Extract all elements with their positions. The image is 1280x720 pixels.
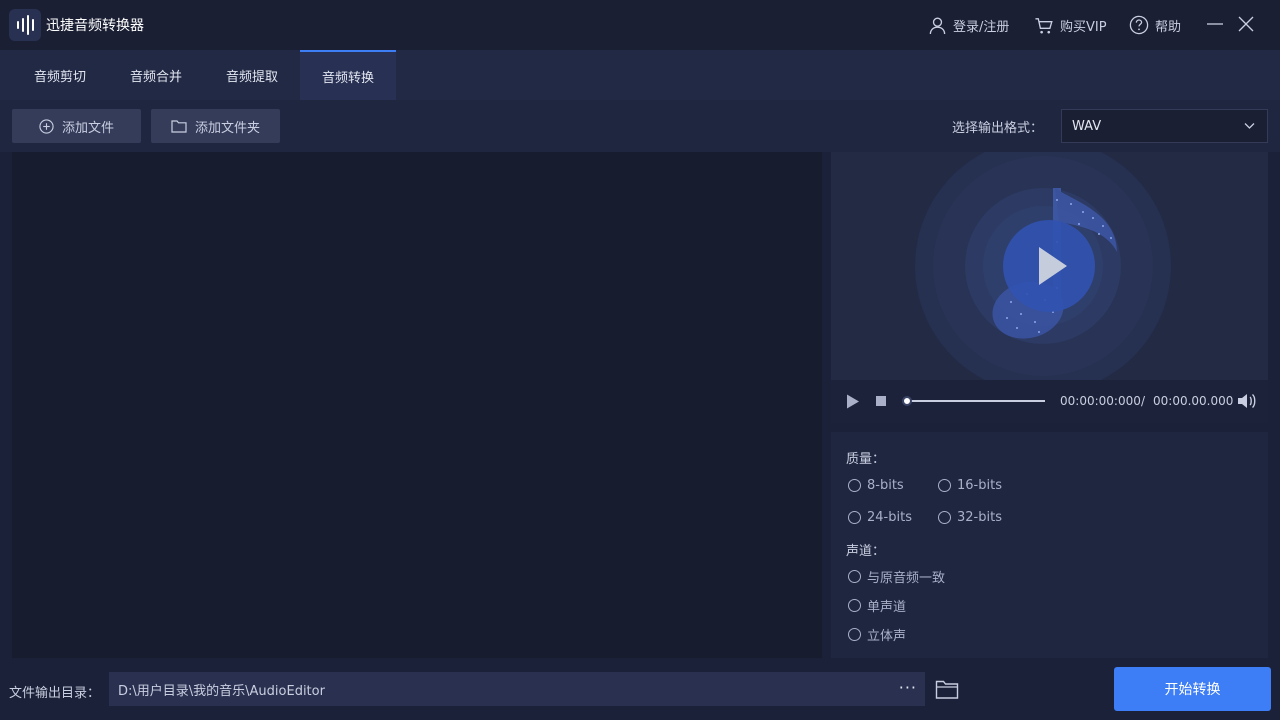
add-file-label: 添加文件 xyxy=(61,120,114,136)
close-icon[interactable] xyxy=(1236,14,1256,34)
radio-circle xyxy=(848,599,861,612)
play-button-icon[interactable] xyxy=(845,393,861,410)
cart-icon xyxy=(1035,17,1053,33)
channel-mono-radio[interactable]: 单声道 xyxy=(848,596,906,615)
help-icon xyxy=(1129,15,1149,35)
login-button[interactable]: 登录/注册 xyxy=(928,13,1009,37)
stop-icon[interactable] xyxy=(875,395,887,407)
radio-label: 32-bits xyxy=(957,510,1002,525)
add-file-button[interactable]: 添加文件 xyxy=(12,109,141,143)
add-folder-label: 添加文件夹 xyxy=(194,120,260,136)
quality-8bits-radio[interactable]: 8-bits xyxy=(848,478,904,493)
quality-24bits-radio[interactable]: 24-bits xyxy=(848,510,912,525)
radio-circle xyxy=(938,511,951,524)
format-value: WAV xyxy=(1072,118,1102,134)
channel-stereo-radio[interactable]: 立体声 xyxy=(848,625,906,644)
vip-button[interactable]: 购买VIP xyxy=(1034,13,1107,37)
radio-circle xyxy=(848,511,861,524)
progress-slider[interactable] xyxy=(902,394,1045,408)
add-folder-button[interactable]: 添加文件夹 xyxy=(151,109,280,143)
radio-circle xyxy=(848,479,861,492)
help-button[interactable]: 帮助 xyxy=(1129,13,1181,37)
title-bar: 迅捷音频转换器 登录/注册 购买VIP 帮助 xyxy=(0,0,1280,50)
more-options-button[interactable]: ··· xyxy=(899,678,917,697)
radio-label: 与原音频一致 xyxy=(867,571,946,586)
chevron-down-icon xyxy=(1244,123,1255,129)
radio-circle xyxy=(938,479,951,492)
output-dir-label: 文件输出目录： xyxy=(9,686,101,701)
tab-audio-convert[interactable]: 音频转换 xyxy=(300,50,396,100)
radio-label: 单声道 xyxy=(867,600,907,615)
app-title: 迅捷音频转换器 xyxy=(46,18,144,34)
output-path-field[interactable]: D:\用户目录\我的音乐\AudioEditor ··· xyxy=(109,672,925,706)
settings-panel: 质量： 8-bits 16-bits 24-bits 32-bits 声道： 与… xyxy=(831,432,1268,658)
folder-icon xyxy=(171,120,187,133)
vip-label: 购买VIP xyxy=(1060,19,1107,35)
time-separator: / xyxy=(1141,394,1146,408)
music-note-illustration xyxy=(915,152,1171,380)
user-icon xyxy=(929,17,946,34)
format-select[interactable]: WAV xyxy=(1061,109,1268,143)
volume-icon[interactable] xyxy=(1237,392,1257,410)
preview-panel xyxy=(831,152,1268,380)
tab-audio-extract[interactable]: 音频提取 xyxy=(204,50,300,100)
current-time: 00:00:00:000 xyxy=(1060,394,1141,408)
radio-circle xyxy=(848,570,861,583)
tab-bar: 音频剪切 音频合并 音频提取 音频转换 xyxy=(0,50,1280,100)
quality-16bits-radio[interactable]: 16-bits xyxy=(938,478,1002,493)
total-time: 00:00.00.000 xyxy=(1153,394,1234,408)
app-logo-icon xyxy=(9,9,41,41)
login-label: 登录/注册 xyxy=(953,19,1010,35)
output-path-value: D:\用户目录\我的音乐\AudioEditor xyxy=(118,683,325,699)
minimize-icon[interactable] xyxy=(1205,14,1225,34)
file-list[interactable] xyxy=(12,152,822,658)
help-label: 帮助 xyxy=(1155,19,1182,35)
channel-same-radio[interactable]: 与原音频一致 xyxy=(848,567,945,586)
add-circle-icon xyxy=(39,118,54,134)
format-label: 选择输出格式： xyxy=(952,121,1044,136)
tab-audio-merge[interactable]: 音频合并 xyxy=(108,50,204,100)
channel-label: 声道： xyxy=(846,544,886,559)
progress-handle[interactable] xyxy=(902,396,912,406)
radio-label: 8-bits xyxy=(867,478,904,493)
tab-audio-cut[interactable]: 音频剪切 xyxy=(12,50,108,100)
start-convert-button[interactable]: 开始转换 xyxy=(1114,667,1271,711)
radio-circle xyxy=(848,628,861,641)
open-folder-icon[interactable] xyxy=(935,679,959,700)
player-controls: 00:00:00:000 / 00:00.00.000 xyxy=(831,380,1268,423)
convert-label: 开始转换 xyxy=(1164,682,1221,698)
radio-label: 立体声 xyxy=(867,629,907,644)
quality-label: 质量： xyxy=(846,452,886,467)
radio-label: 16-bits xyxy=(957,478,1002,493)
radio-label: 24-bits xyxy=(867,510,912,525)
quality-32bits-radio[interactable]: 32-bits xyxy=(938,510,1002,525)
